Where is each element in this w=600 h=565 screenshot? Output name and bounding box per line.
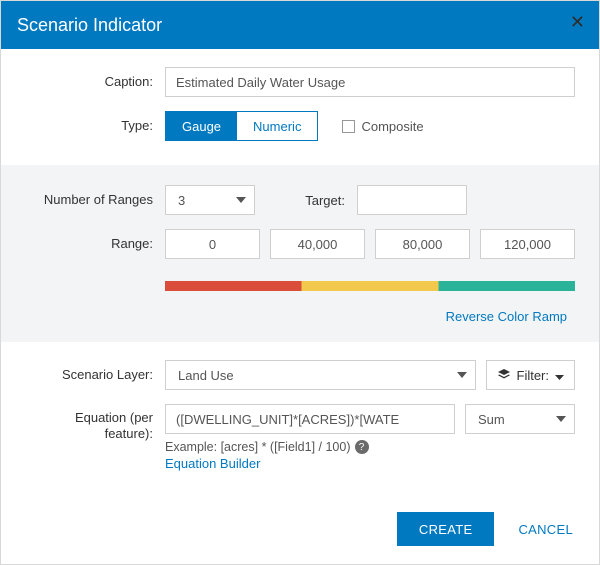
dialog-body: Caption: Type: Gauge Numeric Composite xyxy=(1,49,599,498)
help-icon[interactable]: ? xyxy=(355,440,369,454)
target-label: Target: xyxy=(285,193,357,208)
caption-label: Caption: xyxy=(25,74,165,90)
scenario-indicator-dialog: Scenario Indicator ✕ Caption: Type: Gaug… xyxy=(0,0,600,565)
chevron-down-icon xyxy=(236,197,246,203)
dialog-title: Scenario Indicator xyxy=(17,15,162,36)
close-icon[interactable]: ✕ xyxy=(570,13,585,31)
equation-example: Example: [acres] * ([Field1] / 100) ? xyxy=(165,440,369,454)
equation-label: Equation (per feature): xyxy=(25,404,165,443)
type-gauge-button[interactable]: Gauge xyxy=(166,112,237,140)
checkbox-icon xyxy=(342,120,355,133)
filter-label: Filter: xyxy=(517,368,550,383)
scenario-layer-select[interactable]: Land Use xyxy=(165,360,476,390)
type-row: Type: Gauge Numeric Composite xyxy=(25,111,575,141)
composite-checkbox[interactable]: Composite xyxy=(342,119,423,134)
composite-label: Composite xyxy=(361,119,423,134)
caption-row: Caption: xyxy=(25,67,575,97)
caption-input[interactable] xyxy=(165,67,575,97)
filter-button[interactable]: Filter: xyxy=(486,360,576,390)
range-row: Range: xyxy=(25,229,575,259)
chevron-down-icon xyxy=(457,372,467,378)
dialog-footer: CREATE CANCEL xyxy=(1,498,599,564)
scenario-layer-value: Land Use xyxy=(178,368,234,383)
titlebar: Scenario Indicator ✕ xyxy=(1,1,599,49)
range-input-0[interactable] xyxy=(165,229,260,259)
chevron-down-icon xyxy=(556,416,566,422)
type-label: Type: xyxy=(25,118,165,134)
num-ranges-label: Number of Ranges xyxy=(25,192,165,208)
equation-row: Equation (per feature): Sum Example: [ac… xyxy=(25,404,575,471)
reverse-ramp-row: Reverse Color Ramp xyxy=(25,309,567,324)
range-input-3[interactable] xyxy=(480,229,575,259)
scenario-layer-label: Scenario Layer: xyxy=(25,367,165,383)
num-ranges-row: Number of Ranges 3 Target: xyxy=(25,185,575,215)
top-section: Caption: Type: Gauge Numeric Composite xyxy=(1,49,599,161)
scenario-layer-row: Scenario Layer: Land Use xyxy=(25,360,575,390)
target-input[interactable] xyxy=(357,185,467,215)
type-segmented: Gauge Numeric xyxy=(165,111,318,141)
bottom-section: Scenario Layer: Land Use xyxy=(1,342,599,491)
aggregation-select[interactable]: Sum xyxy=(465,404,575,434)
cancel-button[interactable]: CANCEL xyxy=(512,521,579,538)
ranges-panel: Number of Ranges 3 Target: Range: xyxy=(1,165,599,342)
num-ranges-value: 3 xyxy=(178,193,185,208)
layers-icon xyxy=(497,368,511,382)
range-input-1[interactable] xyxy=(270,229,365,259)
chevron-down-icon xyxy=(555,368,564,383)
equation-input[interactable] xyxy=(165,404,455,434)
range-label: Range: xyxy=(25,236,165,252)
range-input-2[interactable] xyxy=(375,229,470,259)
color-ramp xyxy=(165,281,575,291)
num-ranges-select[interactable]: 3 xyxy=(165,185,255,215)
equation-builder-link[interactable]: Equation Builder xyxy=(165,456,260,471)
create-button[interactable]: CREATE xyxy=(397,512,495,546)
ramp-row xyxy=(25,273,575,303)
type-numeric-button[interactable]: Numeric xyxy=(237,112,317,140)
aggregation-value: Sum xyxy=(478,412,505,427)
reverse-color-ramp-link[interactable]: Reverse Color Ramp xyxy=(446,309,567,324)
